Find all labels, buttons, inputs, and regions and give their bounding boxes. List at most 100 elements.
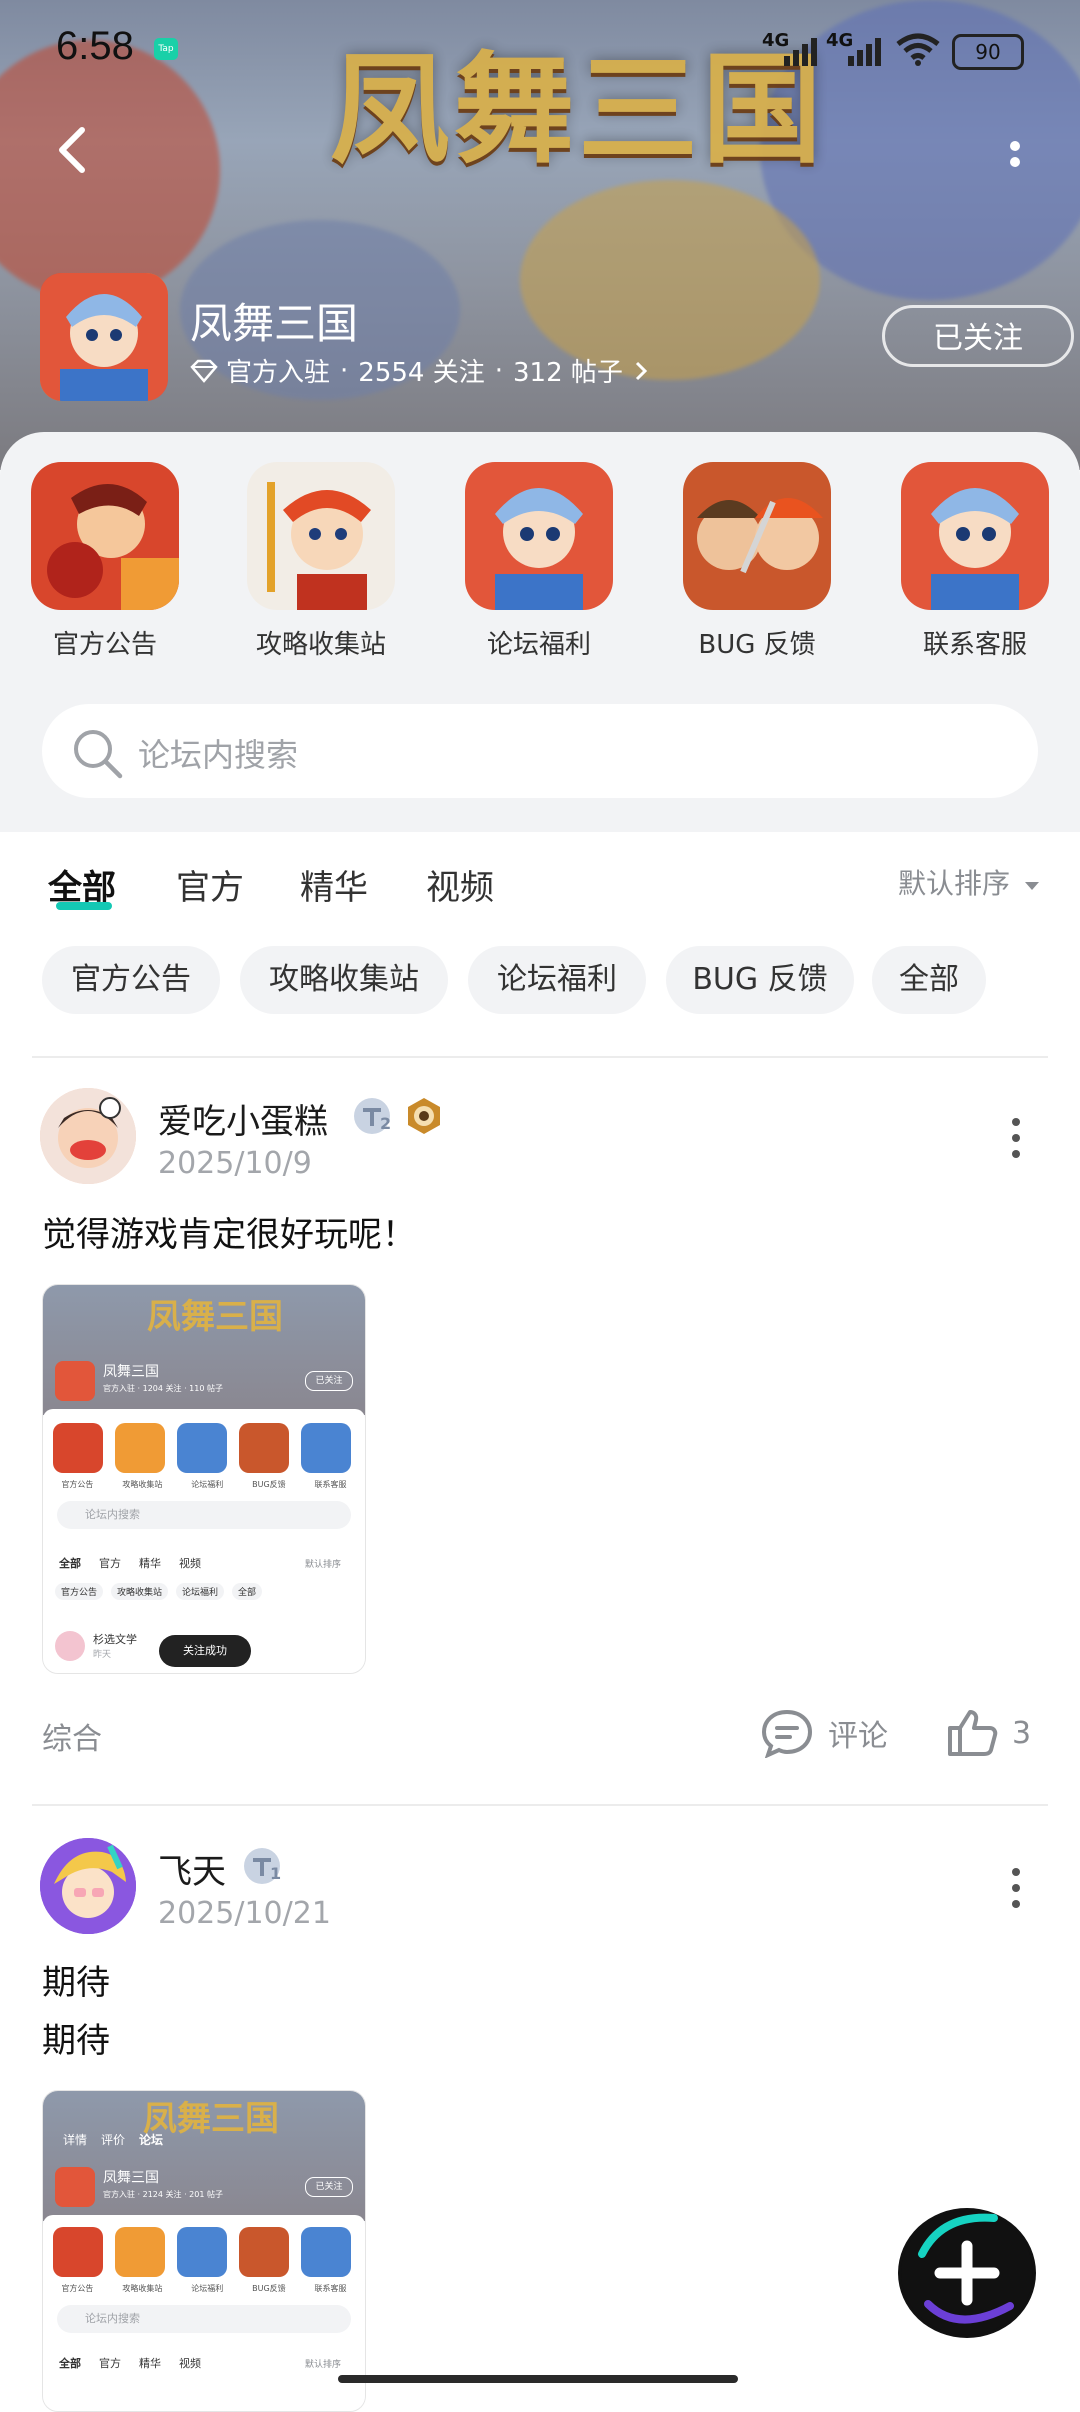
shortcut-forum-welfare[interactable]: 论坛福利 bbox=[464, 462, 614, 661]
medal-badge-icon bbox=[408, 1098, 440, 1134]
thumb-forum-name: 凤舞三国 bbox=[103, 2170, 159, 2186]
thumb-avatar bbox=[55, 1361, 95, 1401]
thumb-tabs: 全部 官方 精华 视频 bbox=[59, 2357, 201, 2370]
shortcut-panel: 官方公告 攻略收集站 论坛福利 BUG 反馈 联系客服 论坛内搜索 bbox=[0, 432, 1080, 832]
forum-meta[interactable]: 官方入驻 · 2554 关注 · 312 帖子 bbox=[190, 352, 659, 389]
thumb-chips: 官方公告 攻略收集站 论坛福利 全部 bbox=[55, 1583, 263, 1600]
diamond-icon bbox=[190, 359, 218, 383]
post-more-icon[interactable] bbox=[1006, 1114, 1026, 1164]
comment-label: 评论 bbox=[828, 1719, 888, 1754]
official-notice-art bbox=[31, 462, 179, 610]
thumb-shortcut bbox=[115, 2227, 165, 2277]
signal-icon: 4G bbox=[762, 30, 832, 66]
sort-dropdown[interactable]: 默认排序 bbox=[898, 862, 1041, 902]
level-number: 1 bbox=[270, 1864, 282, 1883]
thumb-shortcut-labels: 官方公告 攻略收集站 论坛福利 BUG反馈 联系客服 bbox=[61, 2284, 347, 2293]
taptap-notification-icon: Tap bbox=[154, 38, 178, 60]
thumb-follow: 已关注 bbox=[305, 2177, 353, 2197]
following-button[interactable]: 已关注 bbox=[882, 305, 1074, 367]
create-post-button[interactable] bbox=[898, 2208, 1036, 2338]
comment-icon bbox=[761, 1709, 813, 1758]
sort-label: 默认排序 bbox=[898, 867, 1011, 900]
meta-separator: · bbox=[340, 355, 349, 386]
shortcut-customer-service[interactable]: 联系客服 bbox=[900, 462, 1050, 661]
avatar[interactable] bbox=[40, 1088, 136, 1184]
thumb-forum-meta: 官方入驻 · 1204 关注 · 110 帖子 bbox=[103, 1384, 223, 1393]
chevron-right-icon bbox=[635, 361, 648, 380]
chip-all[interactable]: 全部 bbox=[872, 946, 986, 1014]
thumb-user-name: 杉选文学 bbox=[93, 1633, 137, 1646]
post-category[interactable]: 综合 bbox=[42, 1714, 102, 1758]
comment-button[interactable]: 评论 bbox=[760, 1708, 888, 1758]
signal-icon: 4G bbox=[826, 30, 896, 66]
meta-separator: · bbox=[494, 355, 503, 386]
banner-art bbox=[520, 180, 820, 380]
chip-bug-report[interactable]: BUG 反馈 bbox=[666, 946, 854, 1014]
thumb-user-avatar bbox=[55, 1631, 85, 1661]
post-author[interactable]: 飞天 bbox=[158, 1844, 226, 1893]
shortcut-label: 联系客服 bbox=[922, 630, 1027, 660]
more-icon[interactable] bbox=[995, 128, 1035, 188]
like-button[interactable]: 3 bbox=[946, 1708, 1031, 1758]
post-image[interactable]: 凤舞三国 详情 评价 论坛 凤舞三国 官方入驻 · 2124 关注 · 201 帖子… bbox=[42, 2090, 366, 2412]
shortcut-label: 攻略收集站 bbox=[255, 630, 386, 660]
thumb-nav: 详情 评价 论坛 bbox=[63, 2133, 164, 2147]
forum-welfare-art bbox=[465, 462, 613, 610]
tab-featured[interactable]: 精华 bbox=[300, 860, 368, 909]
thumb-user-date: 昨天 bbox=[93, 1650, 112, 1660]
thumb-shortcut bbox=[115, 1423, 165, 1473]
post-more-icon[interactable] bbox=[1006, 1864, 1026, 1914]
search-placeholder: 论坛内搜索 bbox=[138, 736, 299, 774]
forum-name: 凤舞三国 bbox=[190, 299, 359, 348]
forum-search-input[interactable]: 论坛内搜索 bbox=[42, 704, 1038, 798]
guide-station-art bbox=[247, 462, 395, 610]
tab-video[interactable]: 视频 bbox=[426, 860, 494, 909]
thumb-shortcut bbox=[301, 2227, 351, 2277]
divider bbox=[32, 1056, 1048, 1058]
plus-icon bbox=[901, 2211, 1033, 2335]
post-date: 2025/10/21 bbox=[158, 1896, 331, 1931]
shortcut-guide-station[interactable]: 攻略收集站 bbox=[246, 462, 396, 661]
active-tab-indicator bbox=[56, 902, 112, 910]
follow-count: 2554 关注 bbox=[358, 358, 485, 388]
post-author[interactable]: 爱吃小蛋糕 bbox=[158, 1094, 328, 1143]
chip-guide-station[interactable]: 攻略收集站 bbox=[240, 946, 448, 1014]
post-content-line: 期待 bbox=[42, 1963, 110, 2003]
thumb-banner-text: 凤舞三国 bbox=[147, 1297, 283, 1337]
chip-forum-welfare[interactable]: 论坛福利 bbox=[468, 946, 646, 1014]
level-number: 2 bbox=[380, 1114, 392, 1133]
shortcut-official-notice[interactable]: 官方公告 bbox=[30, 462, 180, 661]
official-label: 官方入驻 bbox=[226, 358, 331, 388]
thumb-shortcut bbox=[53, 1423, 103, 1473]
thumb-sort: 默认排序 bbox=[305, 2360, 342, 2370]
shortcut-bug-report[interactable]: BUG 反馈 bbox=[682, 462, 832, 661]
thumb-sort: 默认排序 bbox=[305, 1560, 342, 1570]
thumb-avatar bbox=[55, 2167, 95, 2207]
avatar[interactable] bbox=[40, 1838, 136, 1934]
shortcut-label: 论坛福利 bbox=[486, 630, 591, 660]
bug-report-art bbox=[683, 462, 831, 610]
status-bar: 6:58 Tap 4G 4G 90 bbox=[0, 0, 1080, 96]
thumb-shortcut bbox=[239, 2227, 289, 2277]
thumb-search: 论坛内搜索 bbox=[57, 1501, 351, 1529]
customer-service-art bbox=[901, 462, 1049, 610]
thumb-shortcut bbox=[177, 2227, 227, 2277]
home-indicator[interactable] bbox=[338, 2375, 738, 2383]
tab-official[interactable]: 官方 bbox=[176, 860, 244, 909]
post-tabs: 全部 官方 精华 视频 默认排序 bbox=[0, 832, 1080, 932]
thumbs-up-icon bbox=[948, 1710, 998, 1756]
thumb-shortcut bbox=[301, 1423, 351, 1473]
post-count: 312 帖子 bbox=[512, 358, 623, 388]
post-image[interactable]: 凤舞三国 凤舞三国 官方入驻 · 1204 关注 · 110 帖子 已关注 官方… bbox=[42, 1284, 366, 1674]
shortcut-label: BUG 反馈 bbox=[698, 630, 816, 660]
post-content: 期待 期待 bbox=[42, 1954, 110, 2070]
thumb-search: 论坛内搜索 bbox=[57, 2305, 351, 2333]
chip-official-notice[interactable]: 官方公告 bbox=[42, 946, 220, 1014]
forum-avatar bbox=[40, 273, 168, 401]
battery-icon: 90 bbox=[952, 34, 1024, 70]
post-content-line: 期待 bbox=[42, 2021, 110, 2061]
post-date: 2025/10/9 bbox=[158, 1146, 312, 1181]
category-chips: 官方公告 攻略收集站 论坛福利 BUG 反馈 全部 bbox=[0, 946, 1080, 1016]
post-content: 觉得游戏肯定很好玩呢！ bbox=[42, 1215, 416, 1255]
back-icon[interactable] bbox=[44, 120, 104, 180]
